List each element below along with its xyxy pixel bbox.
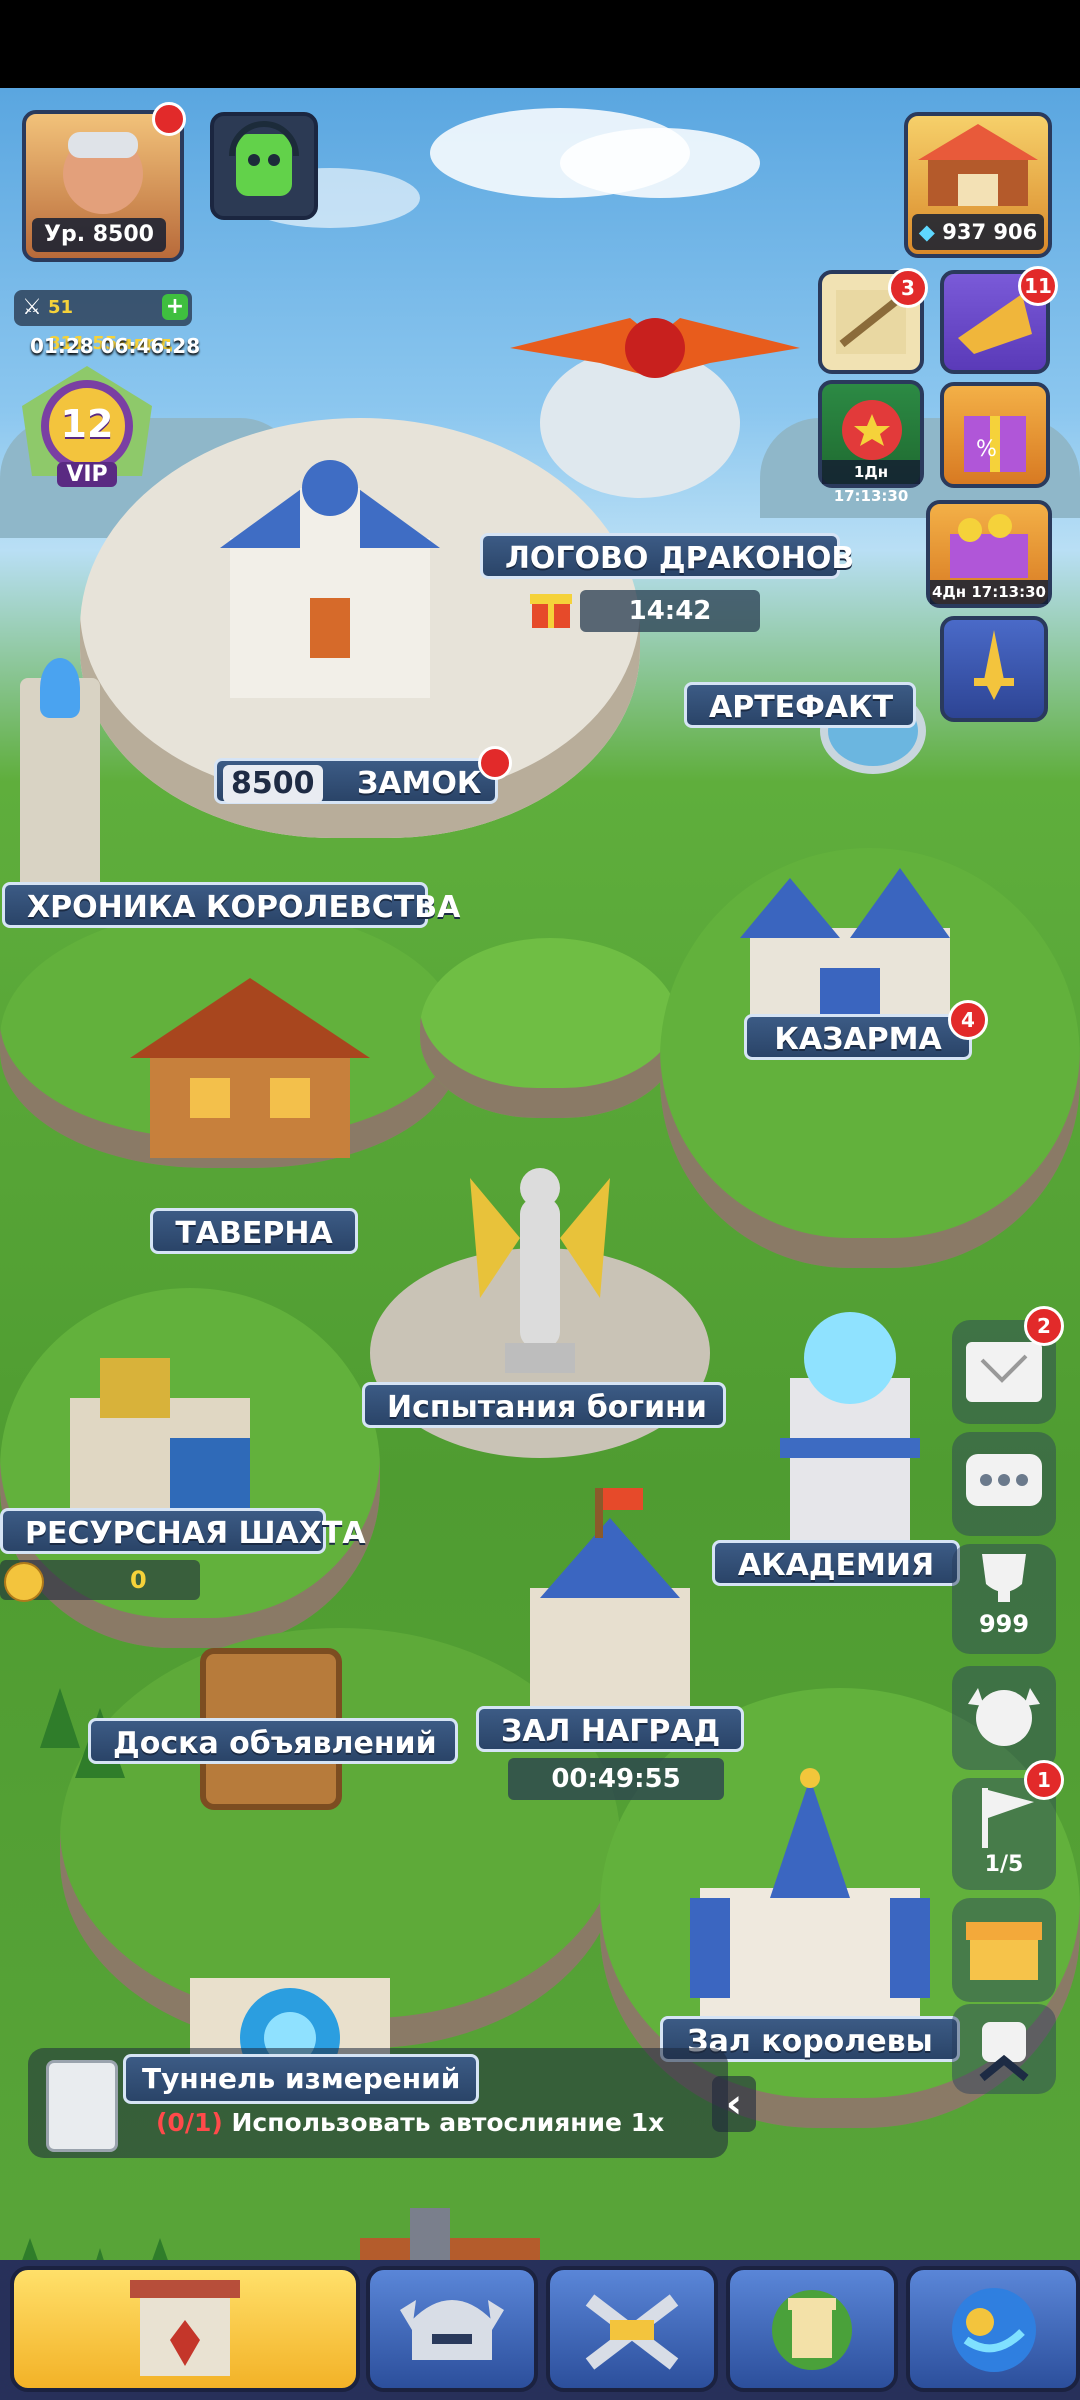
coin-icon	[4, 1562, 44, 1602]
artifact-label[interactable]: АРТЕФАКТ	[684, 682, 916, 728]
cloud	[560, 128, 760, 198]
mine-output: 0	[0, 1560, 200, 1602]
goddess-statue[interactable]	[470, 1138, 610, 1378]
resource-mine-label[interactable]: РЕСУРСНАЯ ШАХТА	[0, 1508, 366, 1554]
horn-badge: 11	[1018, 266, 1058, 306]
barracks-label[interactable]: КАЗАРМА	[744, 1014, 972, 1060]
dragon-lair-label[interactable]: ЛОГОВО ДРАКОНОВ	[480, 533, 854, 579]
notice-board-label[interactable]: Доска объявлений	[88, 1718, 458, 1764]
market-stall-button[interactable]	[952, 1898, 1056, 2002]
inventory-button[interactable]	[952, 2004, 1056, 2094]
nav-world-button[interactable]	[906, 2266, 1080, 2392]
goddess-trials-label[interactable]: Испытания богини	[362, 1382, 726, 1428]
gift-icon[interactable]	[526, 582, 576, 632]
swords-icon: ⚔	[22, 295, 42, 320]
nav-battle-button[interactable]	[546, 2266, 718, 2392]
gem-balance: ◆ 937 906	[912, 214, 1044, 250]
flag-badge: 1	[1024, 1760, 1064, 1800]
mine-value: 0	[130, 1566, 147, 1594]
quest-progress: (0/1)	[156, 2108, 223, 2137]
castle-level: 8500	[223, 765, 323, 803]
gift-ornament-button[interactable]: 1Дн 17:13:30	[818, 380, 924, 505]
sword-event-button[interactable]	[940, 616, 1048, 722]
castle-building[interactable]	[200, 448, 460, 708]
power-panel: ⚔ 51 811.55млрд +	[14, 290, 192, 354]
chest-timer: 4Дн 17:13:30	[930, 580, 1048, 604]
dragon-icon	[510, 308, 800, 388]
collapse-arrow-icon[interactable]: ‹	[712, 2076, 756, 2132]
add-power-icon[interactable]: +	[162, 294, 188, 320]
status-bar	[0, 0, 1080, 88]
castle-notification-dot	[478, 746, 512, 780]
tavern-label[interactable]: ТАВЕРНА	[150, 1208, 358, 1254]
reward-hall-timer: 00:49:55	[508, 1758, 724, 1800]
barracks-badge: 4	[948, 1000, 988, 1040]
character-button[interactable]	[952, 1666, 1056, 1770]
reward-hall-label[interactable]: ЗАЛ НАГРАД	[476, 1706, 744, 1752]
world-map-badge: 2	[1024, 1306, 1064, 1346]
tavern-building[interactable]	[130, 968, 370, 1168]
academy-building[interactable]	[760, 1278, 940, 1558]
player-level: Ур. 8500	[32, 218, 166, 252]
tunnel-label[interactable]: Туннель измерений	[123, 2054, 480, 2104]
quest-description: Использовать автослияние 1x	[231, 2108, 665, 2137]
island	[420, 938, 680, 1118]
trophy-count: 999	[978, 1610, 1030, 1638]
vip-level: 12	[60, 402, 114, 446]
academy-label[interactable]: АКАДЕМИЯ	[712, 1540, 960, 1586]
nav-guild-button[interactable]	[726, 2266, 898, 2392]
crystal-icon	[40, 658, 80, 718]
nav-castle-button[interactable]	[10, 2266, 360, 2392]
trophy-button[interactable]: 999	[952, 1544, 1056, 1654]
event-timer: 01:28 06:46:28	[30, 334, 201, 358]
quest-badge: 3	[888, 268, 928, 308]
quest-text: (0/1) Использовать автослияние 1x	[156, 2108, 664, 2137]
gift-timer: 1Дн 17:13:30	[822, 460, 920, 505]
support-button[interactable]	[210, 112, 318, 220]
shop-button[interactable]: ◆ 937 906	[904, 112, 1052, 258]
chronicle-label[interactable]: ХРОНИКА КОРОЛЕВСТВА	[2, 882, 460, 928]
dragon-lair-timer: 14:42	[580, 590, 760, 632]
gem-count: 937 906	[942, 220, 1038, 244]
quest-bar[interactable]: Туннель измерений (0/1) Использовать авт…	[28, 2048, 728, 2158]
quest-document-icon	[46, 2060, 118, 2152]
discount-gift-button[interactable]: %	[940, 382, 1050, 488]
gem-icon: ◆	[918, 220, 935, 244]
queen-hall-building[interactable]	[680, 1758, 940, 2038]
treasure-chest-button[interactable]: 4Дн 17:13:30	[926, 500, 1052, 608]
vip-badge[interactable]: 12 VIP	[12, 366, 162, 496]
chat-button[interactable]	[952, 1432, 1056, 1536]
avatar-notification-dot	[152, 102, 186, 136]
flag-progress: 1/5	[984, 1852, 1024, 1877]
nav-heroes-button[interactable]	[366, 2266, 538, 2392]
castle-name: ЗАМОК	[356, 766, 482, 801]
svg-text:%: %	[976, 437, 997, 462]
vip-label: VIP	[57, 462, 117, 487]
castle-label[interactable]: 8500 ЗАМОК	[214, 758, 498, 804]
